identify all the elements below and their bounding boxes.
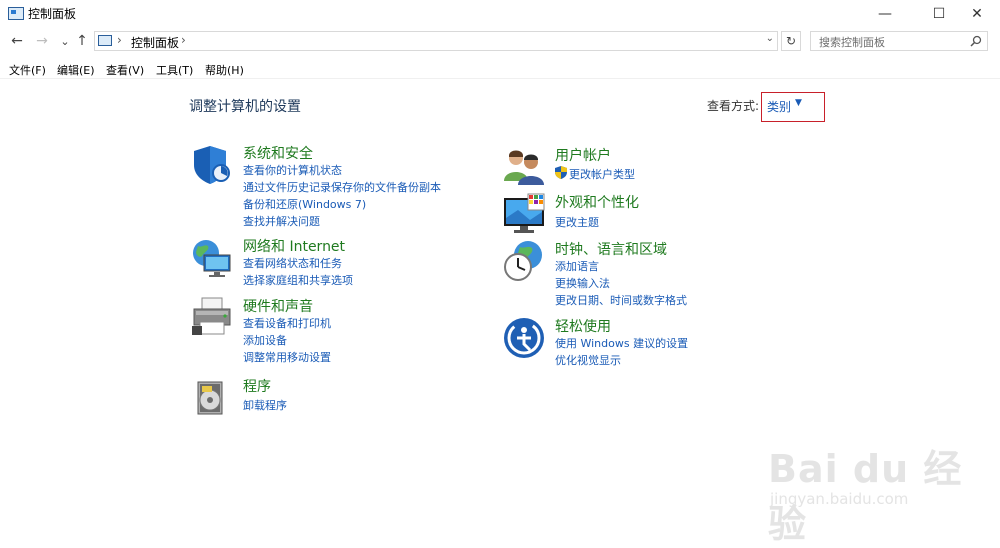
page-title: 调整计算机的设置: [189, 99, 301, 115]
category-title[interactable]: 硬件和声音: [243, 296, 313, 316]
category-title[interactable]: 网络和 Internet: [243, 236, 345, 256]
menu-file[interactable]: 文件(F): [9, 62, 46, 78]
forward-button[interactable]: →: [33, 31, 51, 51]
back-button[interactable]: ←: [8, 31, 26, 51]
link-backup-restore[interactable]: 备份和还原(Windows 7): [243, 196, 366, 212]
view-by-value[interactable]: 类别: [767, 98, 791, 115]
address-dropdown-icon[interactable]: ⌄: [766, 33, 774, 44]
link-file-history-backup[interactable]: 通过文件历史记录保存你的文件备份副本: [243, 179, 441, 195]
link-date-time-format[interactable]: 更改日期、时间或数字格式: [555, 292, 687, 308]
printer-icon[interactable]: [190, 296, 234, 340]
breadcrumb-control-panel[interactable]: 控制面板: [131, 34, 179, 51]
breadcrumb-separator-icon[interactable]: ›: [117, 33, 122, 47]
category-title[interactable]: 轻松使用: [555, 316, 611, 336]
link-network-status[interactable]: 查看网络状态和任务: [243, 255, 342, 271]
search-icon[interactable]: [970, 35, 982, 47]
control-panel-app-icon: [8, 7, 24, 20]
menu-edit[interactable]: 编辑(E): [57, 62, 95, 78]
view-by-dropdown[interactable]: 类别 ▼: [761, 92, 825, 122]
link-devices-printers[interactable]: 查看设备和打印机: [243, 315, 331, 331]
users-icon[interactable]: [502, 145, 546, 189]
caret-down-icon[interactable]: ▼: [795, 98, 802, 108]
title-bar: 控制面板 — ☐ ✕: [0, 0, 1000, 28]
baidu-watermark: Bai du 经验 jingyan.baidu.com: [760, 418, 990, 546]
address-bar[interactable]: › 控制面板 › ⌄: [94, 31, 778, 51]
link-add-device[interactable]: 添加设备: [243, 332, 287, 348]
ease-of-access-icon[interactable]: [502, 316, 546, 360]
address-row: ← → ⌄ ↑ › 控制面板 › ⌄ ↻ 搜索控制面板: [0, 29, 1000, 55]
link-recommended-settings[interactable]: 使用 Windows 建议的设置: [555, 335, 688, 351]
link-uninstall-program[interactable]: 卸载程序: [243, 397, 287, 413]
link-add-language[interactable]: 添加语言: [555, 258, 599, 274]
view-by-label: 查看方式:: [707, 99, 760, 113]
search-placeholder: 搜索控制面板: [819, 36, 885, 49]
link-homegroup-sharing[interactable]: 选择家庭组和共享选项: [243, 272, 353, 288]
link-view-computer-status[interactable]: 查看你的计算机状态: [243, 162, 342, 178]
link-optimize-display[interactable]: 优化视觉显示: [555, 352, 621, 368]
control-panel-icon: [98, 35, 112, 46]
refresh-button[interactable]: ↻: [781, 31, 801, 51]
category-title[interactable]: 外观和个性化: [555, 192, 639, 212]
recent-locations-button[interactable]: ⌄: [56, 31, 74, 51]
search-input[interactable]: 搜索控制面板: [810, 31, 988, 51]
link-troubleshoot[interactable]: 查找并解决问题: [243, 213, 320, 229]
network-globe-icon[interactable]: [190, 236, 234, 280]
breadcrumb-chevron-icon[interactable]: ›: [181, 33, 186, 47]
window-title: 控制面板: [28, 7, 77, 21]
monitor-palette-icon[interactable]: [502, 192, 546, 236]
menu-tools[interactable]: 工具(T): [156, 62, 193, 78]
category-title[interactable]: 系统和安全: [243, 143, 313, 163]
watermark-url: jingyan.baidu.com: [770, 490, 909, 508]
menu-bar: 文件(F) 编辑(E) 查看(V) 工具(T) 帮助(H): [0, 60, 1000, 79]
menu-help[interactable]: 帮助(H): [205, 62, 244, 78]
link-change-account-type[interactable]: 更改帐户类型: [569, 166, 635, 182]
uac-shield-icon: [555, 166, 567, 179]
link-change-theme[interactable]: 更改主题: [555, 214, 599, 230]
menu-view[interactable]: 查看(V): [106, 62, 144, 78]
category-title[interactable]: 程序: [243, 376, 271, 396]
category-title[interactable]: 用户帐户: [555, 145, 611, 165]
link-mobility-settings[interactable]: 调整常用移动设置: [243, 349, 331, 365]
close-button[interactable]: ✕: [954, 0, 1000, 28]
shield-icon[interactable]: [190, 143, 234, 187]
link-change-input-method[interactable]: 更换输入法: [555, 275, 610, 291]
programs-disc-icon[interactable]: [190, 376, 234, 420]
up-button[interactable]: ↑: [73, 31, 91, 51]
minimize-button[interactable]: —: [862, 0, 908, 28]
category-title[interactable]: 时钟、语言和区域: [555, 239, 667, 259]
clock-globe-icon[interactable]: [502, 239, 546, 283]
